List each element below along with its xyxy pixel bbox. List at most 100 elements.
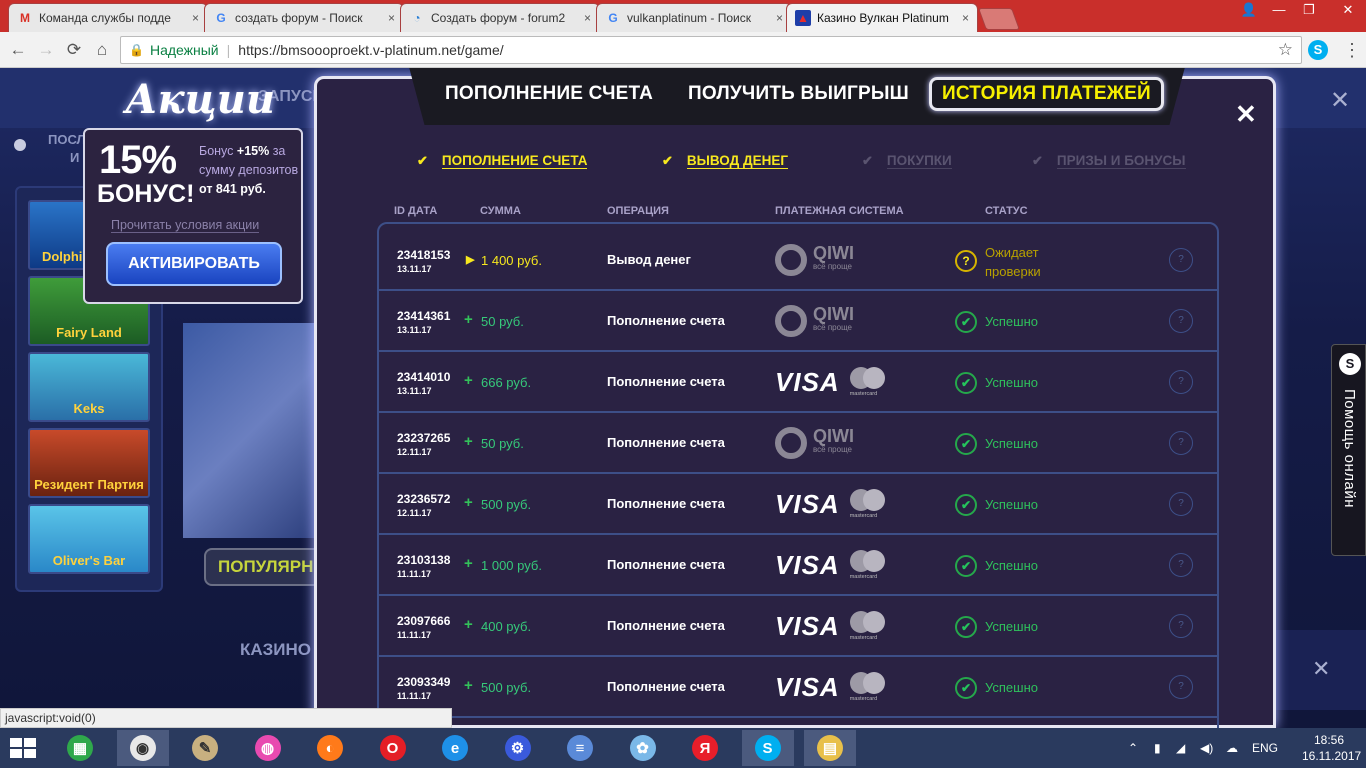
browser-tab-casino[interactable]: ▲ Казино Вулкан Platinum × — [786, 3, 978, 32]
browser-tab-vulkan-search[interactable]: G vulkanplatinum - Поиск × — [596, 3, 792, 32]
skype-icon[interactable]: S — [741, 730, 794, 766]
notepad-icon[interactable]: ✎ — [179, 730, 231, 766]
firefox-icon[interactable]: ◐ — [304, 730, 356, 766]
tab-close-icon[interactable]: × — [192, 11, 199, 25]
sync-icon[interactable]: ☁ — [1226, 728, 1238, 768]
address-bar[interactable]: 🔒 Надежный | https://bmsoooproekt.v-plat… — [120, 36, 1302, 64]
clock-time: 18:56 — [1313, 733, 1345, 747]
row-help-icon[interactable]: ? — [1169, 614, 1193, 638]
system-clock[interactable]: 18:56 16.11.2017 — [1302, 732, 1361, 764]
payment-date: 12.11.17 — [397, 447, 432, 457]
table-row: 23236572 12.11.17 +500 руб. Пополнение счет… — [377, 474, 1219, 535]
sidebar-heading-2: И — [70, 150, 80, 165]
row-help-icon[interactable]: ? — [1169, 492, 1193, 516]
payment-date: 13.11.17 — [397, 264, 432, 274]
user-icon[interactable]: 👤 — [1234, 0, 1264, 20]
casino-section-label: КАЗИНО — [240, 640, 312, 659]
tab-payment-history[interactable]: ИСТОРИЯ ПЛАТЕЖЕЙ — [929, 77, 1164, 111]
tab-close-icon[interactable]: × — [584, 11, 591, 25]
help-online-button[interactable]: S Помощь онлайн — [1331, 344, 1366, 556]
modal-tab-bar: ПОПОЛНЕНИЕ СЧЕТА ПОЛУЧИТЬ ВЫИГРЫШ ИСТОРИ… — [409, 68, 1185, 125]
mastercard-icon: mastercard — [849, 609, 886, 643]
skype-extension-icon[interactable]: S — [1308, 40, 1328, 60]
mastercard-icon: mastercard — [849, 670, 886, 704]
promo-terms-link[interactable]: Прочитать условия акции — [111, 218, 260, 233]
game-title: Резидент Партия — [34, 477, 144, 492]
sidebar-dot-icon — [14, 139, 26, 151]
activate-bonus-button[interactable]: АКТИВИРОВАТЬ — [106, 242, 282, 286]
status-url-bubble: javascript:void(0) — [0, 708, 452, 728]
home-button[interactable]: ⌂ — [90, 38, 114, 62]
table-row: 23097666 11.11.17 +400 руб. Пополнение счет… — [377, 596, 1219, 657]
row-help-icon[interactable]: ? — [1169, 431, 1193, 455]
explorer-icon[interactable]: ▤ — [804, 730, 856, 766]
network-icon[interactable]: ≡ — [554, 730, 606, 766]
new-tab-button[interactable] — [977, 8, 1021, 30]
plus-icon: + — [464, 372, 473, 389]
ie-icon[interactable]: e — [429, 730, 481, 766]
check-icon: ✔ — [862, 153, 873, 168]
tab-close-icon[interactable]: × — [388, 11, 395, 25]
filter-withdrawal[interactable]: ✔ ВЫВОД ДЕНЕГ — [662, 153, 789, 169]
row-help-icon[interactable]: ? — [1169, 248, 1193, 272]
qiwi-icon — [775, 427, 807, 459]
column-header-status: СТАТУС — [985, 205, 1028, 217]
qiwi-slogan: всё проще — [813, 262, 853, 271]
browser-tab-gmail[interactable]: M Команда службы подде × — [8, 3, 208, 32]
back-button[interactable]: ← — [6, 38, 30, 62]
tab-close-icon[interactable]: × — [776, 11, 783, 25]
store-icon[interactable]: ▦ — [54, 730, 106, 766]
visa-name: VISA — [775, 488, 840, 519]
promotions-logo[interactable]: Акции — [125, 76, 275, 123]
tab-close-icon[interactable]: × — [962, 11, 969, 25]
chrome-icon[interactable]: ◉ — [116, 730, 169, 766]
payment-operation: Вывод денег — [607, 252, 691, 267]
browser-tab-forum2[interactable]: ◔ Создать форум - forum2 × — [400, 3, 600, 32]
game-thumb-olivers-bar[interactable]: Oliver's Bar — [28, 504, 150, 574]
paint-brush-icon[interactable]: ✿ — [617, 730, 669, 766]
browser-tab-search-forum[interactable]: G создать форум - Поиск × — [204, 3, 404, 32]
payment-date: 11.11.17 — [397, 630, 432, 640]
forward-button[interactable]: → — [34, 38, 58, 62]
row-help-icon[interactable]: ? — [1169, 553, 1193, 577]
start-button[interactable] — [10, 738, 36, 758]
row-help-icon[interactable]: ? — [1169, 370, 1193, 394]
settings-icon[interactable]: ⚙ — [492, 730, 544, 766]
popular-tab[interactable]: ПОПУЛЯРН — [204, 548, 324, 586]
promo-text-prefix: Бонус — [199, 144, 237, 158]
opera-icon[interactable]: O — [367, 730, 419, 766]
tray-expand-icon[interactable]: ⌃ — [1128, 728, 1138, 768]
game-thumb-party[interactable]: Резидент Партия — [28, 428, 150, 498]
volume-icon[interactable]: ◀) — [1200, 728, 1213, 768]
payment-status: Успешно — [985, 680, 1038, 695]
battery-icon[interactable]: ▮ — [1154, 728, 1161, 768]
minimize-button[interactable]: — — [1264, 0, 1294, 20]
payment-status: Успешно — [985, 314, 1038, 329]
yandex-icon[interactable]: Я — [679, 730, 731, 766]
restore-button[interactable]: ❐ — [1294, 0, 1324, 20]
paint-icon-glyph: ◍ — [254, 735, 281, 761]
signal-icon[interactable]: ◢ — [1176, 728, 1185, 768]
filter-deposit[interactable]: ✔ ПОПОЛНЕНИЕ СЧЕТА — [417, 153, 588, 169]
modal-close-button[interactable]: ✕ — [1235, 99, 1257, 130]
window-close-button[interactable]: ✕ — [1330, 0, 1366, 20]
game-thumb-keks[interactable]: Keks — [28, 352, 150, 422]
notification-close-icon[interactable]: ✕ — [1312, 656, 1330, 682]
language-indicator[interactable]: ENG — [1252, 728, 1278, 768]
filter-purchases[interactable]: ✔ ПОКУПКИ — [862, 153, 952, 169]
tab-deposit[interactable]: ПОПОЛНЕНИЕ СЧЕТА — [445, 77, 653, 111]
site-close-icon[interactable]: ✕ — [1330, 86, 1350, 115]
reload-button[interactable]: ⟳ — [62, 38, 86, 62]
paint-icon[interactable]: ◍ — [242, 730, 294, 766]
filter-prizes-bonuses[interactable]: ✔ ПРИЗЫ И БОНУСЫ — [1032, 153, 1186, 169]
payment-amount: 1 000 руб. — [481, 558, 542, 573]
payment-id: 23414361 — [397, 309, 451, 323]
promo-text-from: от 841 руб. — [199, 182, 266, 196]
browser-menu-icon[interactable]: ⋮ — [1343, 40, 1361, 60]
tab-withdraw[interactable]: ПОЛУЧИТЬ ВЫИГРЫШ — [688, 77, 909, 111]
bookmark-star-icon[interactable]: ☆ — [1278, 40, 1293, 60]
google-icon: G — [216, 11, 226, 25]
row-help-icon[interactable]: ? — [1169, 675, 1193, 699]
browser-toolbar: ← → ⟳ ⌂ 🔒 Надежный | https://bmsoooproek… — [0, 32, 1366, 68]
row-help-icon[interactable]: ? — [1169, 309, 1193, 333]
